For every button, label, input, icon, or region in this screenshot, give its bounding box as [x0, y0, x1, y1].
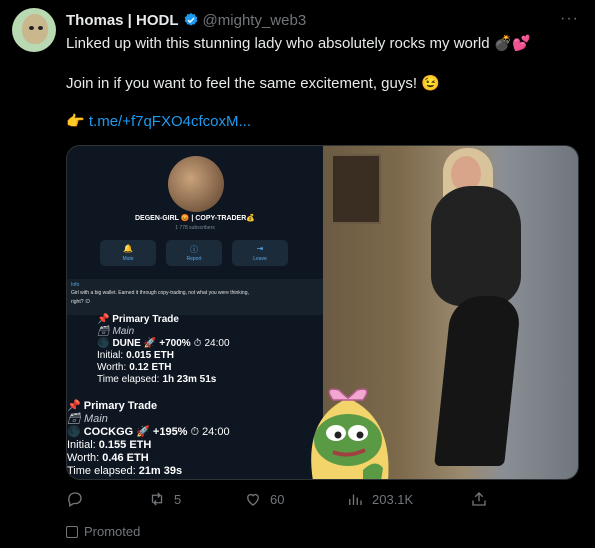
leave-icon: ⇥ — [256, 244, 264, 253]
trade-elapsed: Time elapsed: 21m 39s — [67, 465, 183, 477]
trade-title: 📌 Primary Trade — [97, 314, 179, 325]
avatar-eye-right — [38, 26, 43, 30]
clock-icon: ⏱ — [190, 426, 200, 438]
retweet-icon — [151, 492, 163, 506]
mute-icon: 🔔 — [123, 244, 133, 253]
coin-icon: 🌑 — [97, 338, 110, 349]
info-text-1: Girl with a big wallet. Earned it throug… — [71, 290, 249, 296]
more-options-icon[interactable]: ··· — [560, 10, 579, 28]
coin-gain: +700% — [159, 338, 191, 349]
tweet-link-line: 👉 t.me/+f7qFXO4cfcoxM... — [66, 112, 251, 132]
pepe-sticker-icon — [311, 388, 389, 479]
rocket-icon: 🚀 — [136, 426, 150, 438]
share-icon — [472, 492, 486, 506]
channel-title: DEGEN-GIRL 😡 | COPY-TRADER💰 — [135, 215, 255, 222]
mute-button: 🔔 Mute — [100, 240, 156, 266]
trade-elapsed: Time elapsed: 1h 23m 51s — [97, 374, 217, 385]
tweet-text-line-1: Linked up with this stunning lady who ab… — [66, 35, 532, 52]
trade-time: 24:00 — [202, 426, 230, 438]
tweet-actions: 5 60 203.1K — [66, 490, 496, 512]
mute-label: Mute — [122, 256, 134, 262]
tweet-text-line-2: Join in if you want to feel the same exc… — [66, 75, 440, 92]
reply-icon — [68, 492, 82, 507]
trade-coin-line: 🌑 DUNE 🚀 +700% ⏱ 24:00 — [97, 338, 230, 350]
channel-avatar — [168, 156, 224, 212]
trade-initial: Initial: 0.155 ETH — [67, 439, 152, 451]
channel-subscribers: 1 778 subscribers — [175, 225, 215, 231]
views-chart-icon — [349, 494, 362, 505]
trade-subtitle: 🗃 Main — [67, 413, 108, 425]
trade-coin-line: 🌑 COCKGG 🚀 +195% ⏱ 24:00 — [67, 426, 230, 439]
info-text-2: right? :D — [71, 299, 90, 305]
person-body — [431, 186, 521, 306]
leave-button: ⇥ Leave — [232, 240, 288, 266]
coin-name: DUNE — [112, 338, 141, 349]
views-button[interactable]: 203.1K — [346, 490, 413, 508]
reply-button[interactable] — [66, 490, 92, 508]
trade-time: 24:00 — [204, 338, 230, 349]
coin-gain: +195% — [152, 426, 188, 438]
trade-worth: Worth: 0.46 ETH — [67, 452, 149, 464]
leave-label: Leave — [253, 256, 267, 262]
report-label: Report — [186, 256, 202, 262]
avatar-eye-left — [29, 26, 34, 30]
channel-info: Info Girl with a big wallet. Earned it t… — [67, 279, 323, 315]
trade-card-1: 📌 Primary Trade 🗃 Main 🌑 DUNE 🚀 +700% ⏱ … — [97, 314, 230, 386]
person-legs — [434, 296, 522, 466]
clock-icon: ⏱ — [193, 338, 202, 349]
author-name[interactable]: Thomas | HODL — [66, 12, 179, 29]
author-avatar[interactable] — [12, 8, 56, 52]
promoted-text: Promoted — [84, 524, 141, 539]
rocket-icon: 🚀 — [143, 338, 157, 349]
promoted-arrow-icon — [66, 525, 78, 538]
verified-badge-icon — [184, 13, 197, 26]
retweet-button[interactable]: 5 — [148, 490, 181, 508]
report-icon: ⓘ — [190, 245, 198, 254]
retweet-count: 5 — [174, 491, 182, 507]
tweet-header: Thomas | HODL @mighty_web3 — [66, 11, 306, 29]
author-handle[interactable]: @mighty_web3 — [203, 12, 307, 29]
pointing-hand-emoji: 👉 — [66, 113, 85, 130]
like-button[interactable]: 60 — [244, 490, 284, 508]
coin-name: COCKGG — [83, 426, 134, 438]
views-count: 203.1K — [372, 491, 414, 507]
trade-worth: Worth: 0.12 ETH — [97, 362, 172, 373]
share-button[interactable] — [470, 490, 488, 508]
coin-icon: 🌑 — [67, 426, 81, 438]
info-label: Info — [71, 282, 80, 288]
trade-card-2: 📌 Primary Trade 🗃 Main 🌑 COCKGG 🚀 +195% … — [67, 400, 230, 478]
trade-initial: Initial: 0.015 ETH — [97, 350, 174, 361]
report-button: ⓘ Report — [166, 240, 222, 266]
window — [331, 154, 381, 224]
trade-subtitle: 🗃 Main — [97, 326, 135, 337]
heart-icon — [247, 493, 259, 506]
like-count: 60 — [270, 491, 285, 507]
trade-title: 📌 Primary Trade — [67, 400, 158, 412]
ape-avatar-icon — [22, 14, 48, 44]
promoted-label: Promoted — [66, 524, 140, 539]
tweet-media[interactable]: DEGEN-GIRL 😡 | COPY-TRADER💰 1 778 subscr… — [66, 145, 579, 480]
telegram-screenshot: DEGEN-GIRL 😡 | COPY-TRADER💰 1 778 subscr… — [67, 146, 323, 479]
telegram-link[interactable]: t.me/+f7qFXO4cfcoxM... — [89, 113, 251, 130]
